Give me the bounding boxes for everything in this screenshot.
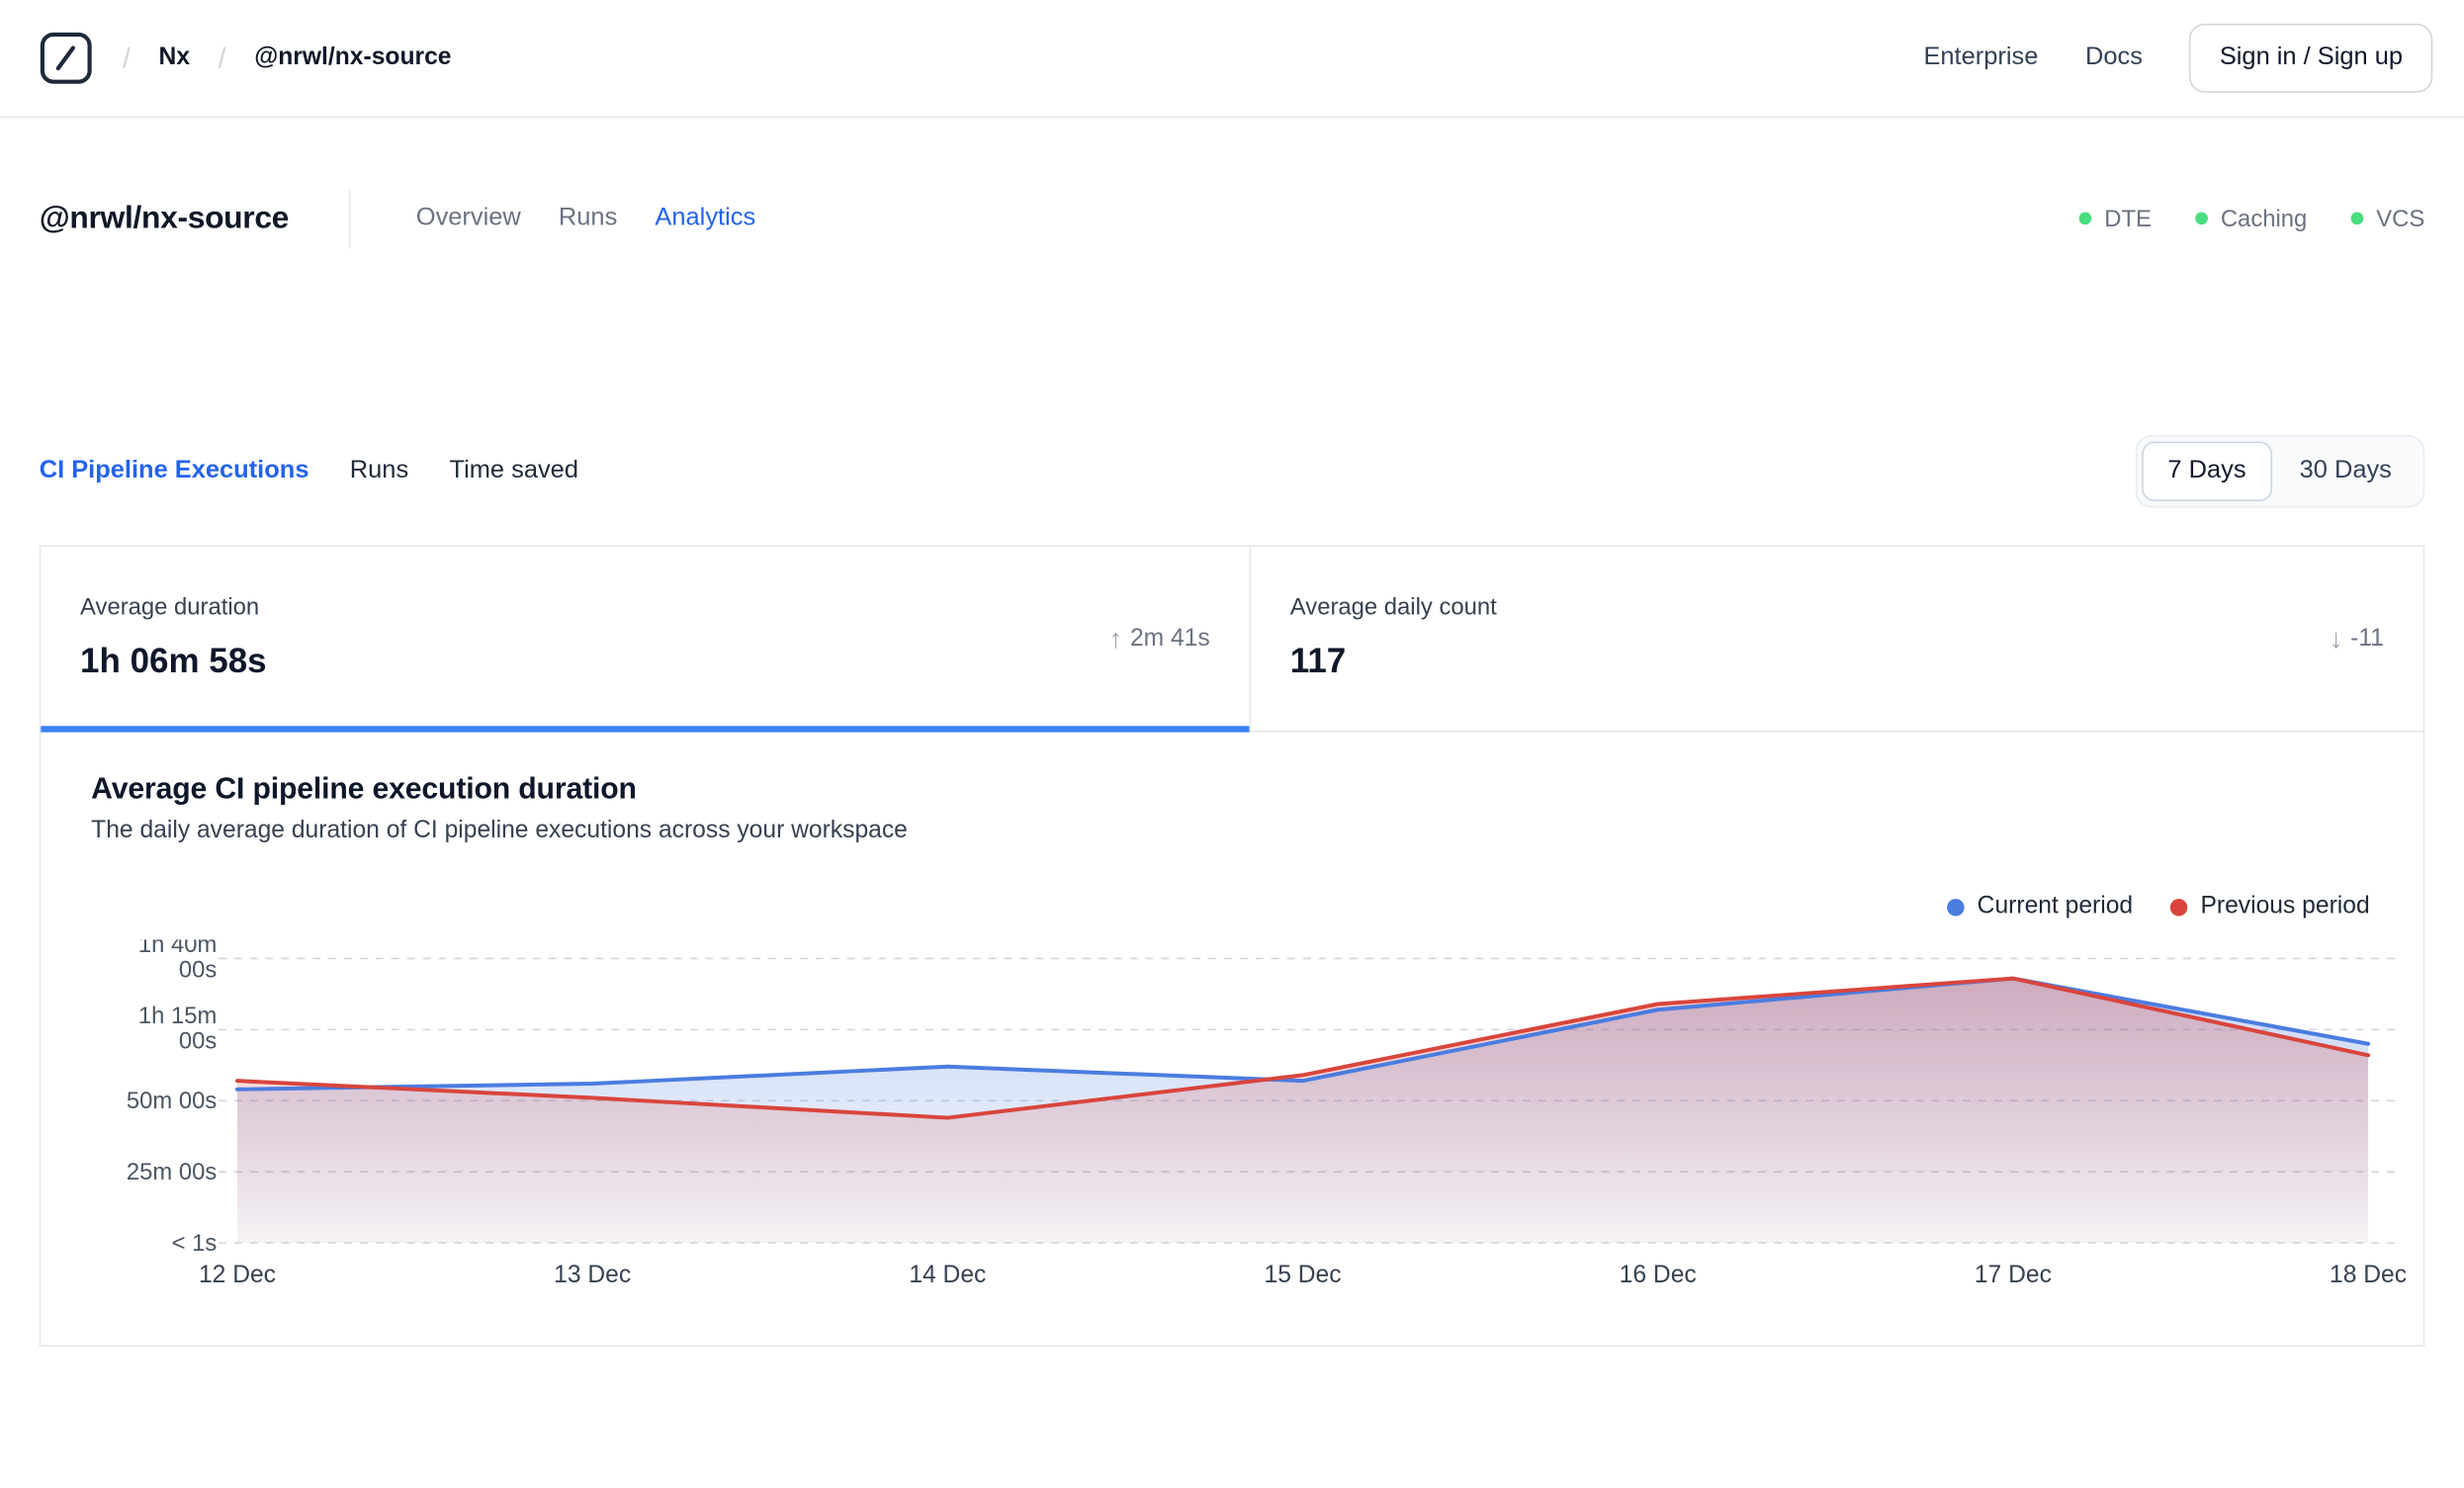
page-root: / Nx / @nrwl/nx-source Enterprise Docs S…: [0, 0, 2464, 1488]
chart-head: Average CI pipeline execution duration T…: [41, 773, 2422, 845]
chart-section: Average CI pipeline execution duration T…: [41, 733, 2422, 1346]
stats-row: Average duration 1h 06m 58s ↑ 2m 41s Ave…: [41, 547, 2423, 733]
status-caching: Caching: [2195, 205, 2307, 231]
svg-text:1h 40m00s: 1h 40m 00s: [138, 939, 218, 983]
stat-delta-value: -11: [2350, 624, 2384, 652]
nx-logo-icon[interactable]: [38, 30, 94, 86]
svg-text:18 Dec: 18 Dec: [2330, 1262, 2407, 1288]
svg-text:25m 00s: 25m 00s: [127, 1159, 217, 1185]
stat-value: 117: [1289, 641, 1347, 681]
stat-average-duration[interactable]: Average duration 1h 06m 58s ↑ 2m 41s: [41, 547, 1252, 733]
stat-label: Average duration: [80, 593, 260, 621]
breadcrumb-org[interactable]: Nx: [159, 44, 191, 73]
legend-current-period: Current period: [1947, 893, 2133, 921]
stat-main: Average daily count 117: [1290, 594, 1497, 684]
stat-delta-value: 2m 41s: [1129, 624, 1210, 652]
legend-dot-previous-icon: [2170, 898, 2188, 916]
svg-text:50m 00s: 50m 00s: [127, 1088, 217, 1114]
status-dot-green-icon: [2078, 212, 2092, 225]
stat-label: Average daily count: [1289, 593, 1497, 621]
svg-text:15 Dec: 15 Dec: [1265, 1262, 1342, 1288]
status-label: Caching: [2220, 205, 2308, 232]
arrow-up-icon: ↑: [1108, 623, 1123, 654]
stat-average-daily-count[interactable]: Average daily count 117 ↓ -11: [1251, 547, 2423, 731]
stat-delta: ↓ -11: [2330, 623, 2384, 655]
svg-text:1h 15m00s: 1h 15m 00s: [138, 1003, 218, 1054]
status-dot-green-icon: [2350, 212, 2364, 225]
workspace-status: DTE Caching VCS: [2078, 205, 2425, 232]
svg-text:13 Dec: 13 Dec: [554, 1262, 631, 1288]
svg-text:12 Dec: 12 Dec: [199, 1262, 276, 1288]
nav-actions: Enterprise Docs Sign in / Sign up: [1923, 23, 2433, 93]
svg-text:< 1s: < 1s: [172, 1230, 218, 1257]
status-vcs: VCS: [2350, 205, 2425, 232]
breadcrumb-separator: /: [218, 42, 226, 73]
analytics-card: Average duration 1h 06m 58s ↑ 2m 41s Ave…: [39, 545, 2425, 1348]
svg-text:14 Dec: 14 Dec: [909, 1262, 986, 1288]
stat-main: Average duration 1h 06m 58s: [80, 594, 267, 684]
tab-analytics[interactable]: Analytics: [655, 205, 755, 233]
chart-title: Average CI pipeline execution duration: [91, 772, 637, 807]
period-30-days-button[interactable]: 30 Days: [2273, 442, 2419, 501]
breadcrumb-repo[interactable]: @nrwl/nx-source: [254, 44, 451, 73]
tab-time-saved[interactable]: Time saved: [449, 457, 577, 485]
tab-overview[interactable]: Overview: [416, 205, 521, 233]
status-dot-green-icon: [2195, 212, 2209, 225]
nav-link-docs[interactable]: Docs: [2085, 44, 2143, 73]
nav-link-enterprise[interactable]: Enterprise: [1923, 44, 2038, 73]
status-label: VCS: [2376, 205, 2425, 232]
status-label: DTE: [2104, 205, 2152, 232]
legend-label: Previous period: [2200, 892, 2370, 919]
chart-subtitle: The daily average duration of CI pipelin…: [91, 817, 908, 844]
analytics-controls: CI Pipeline Executions Runs Time saved 7…: [0, 435, 2464, 508]
svg-text:16 Dec: 16 Dec: [1620, 1262, 1697, 1288]
tab-ci-pipeline-executions[interactable]: CI Pipeline Executions: [40, 457, 309, 485]
analytics-tabs: CI Pipeline Executions Runs Time saved: [40, 457, 578, 485]
stat-value: 1h 06m 58s: [80, 641, 267, 681]
workspace-tabs: Overview Runs Analytics: [416, 205, 755, 233]
breadcrumb: / Nx / @nrwl/nx-source: [38, 30, 451, 86]
legend-previous-period: Previous period: [2170, 892, 2370, 921]
arrow-down-icon: ↓: [2329, 623, 2343, 654]
breadcrumb-separator: /: [122, 42, 131, 73]
legend-dot-current-icon: [1947, 898, 1965, 916]
vertical-divider: [348, 188, 351, 249]
tab-analytics-runs[interactable]: Runs: [350, 457, 408, 485]
svg-text:17 Dec: 17 Dec: [1975, 1262, 2052, 1288]
period-toggle: 7 Days 30 Days: [2135, 435, 2425, 508]
workspace-title: @nrwl/nx-source: [39, 200, 290, 235]
chart-legend: Current period Previous period: [41, 892, 2370, 921]
workspace-header: @nrwl/nx-source Overview Runs Analytics …: [0, 184, 2464, 253]
sign-in-button[interactable]: Sign in / Sign up: [2189, 23, 2433, 93]
duration-line-chart: 1h 40m 00s 1h 15m 00s 50m 00s 25m 00s < 1s 12 D…: [127, 939, 2407, 1288]
tab-runs[interactable]: Runs: [559, 205, 617, 233]
period-7-days-button[interactable]: 7 Days: [2141, 441, 2273, 501]
status-dte: DTE: [2078, 205, 2152, 232]
stat-delta: ↑ 2m 41s: [1108, 623, 1209, 655]
active-stat-underline: [41, 726, 1250, 733]
legend-label: Current period: [1977, 892, 2134, 919]
top-nav: / Nx / @nrwl/nx-source Enterprise Docs S…: [0, 0, 2464, 119]
